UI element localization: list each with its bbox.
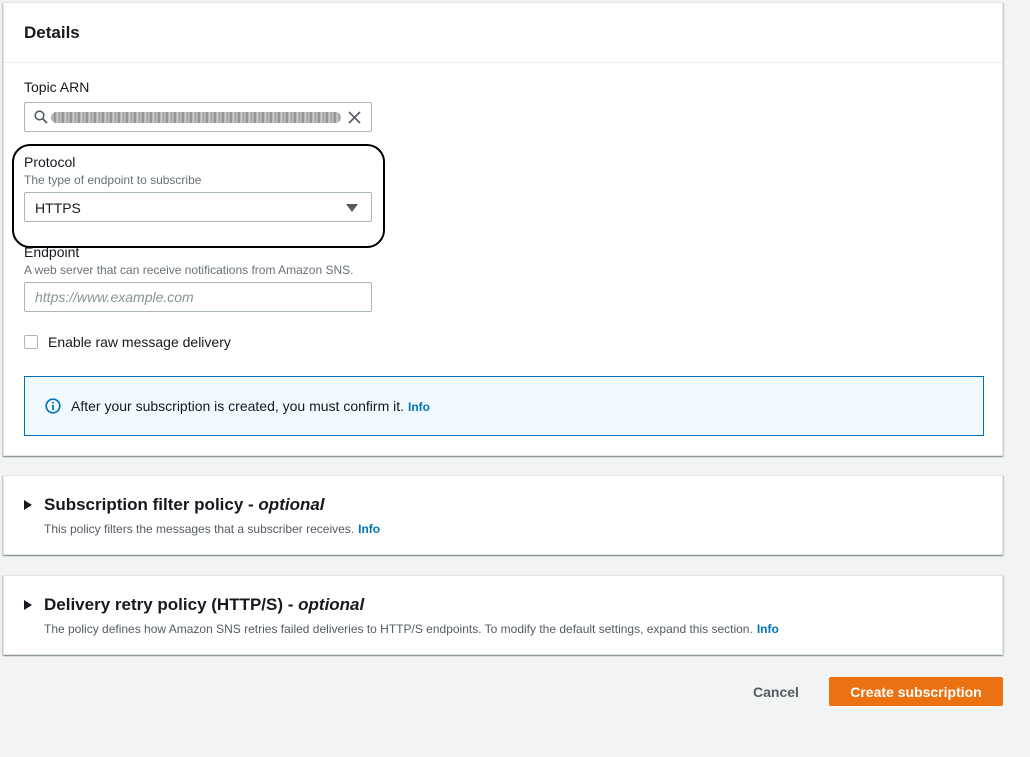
protocol-selected-value: HTTPS bbox=[35, 200, 81, 216]
retry-policy-panel[interactable]: Delivery retry policy (HTTP/S) - optiona… bbox=[3, 575, 1003, 655]
filter-policy-title-text: Subscription filter policy - bbox=[44, 495, 259, 514]
retry-policy-title[interactable]: Delivery retry policy (HTTP/S) - optiona… bbox=[44, 595, 364, 615]
retry-policy-optional: optional bbox=[298, 595, 365, 614]
protocol-description: The type of endpoint to subscribe bbox=[24, 173, 202, 187]
alert-text: After your subscription is created, you … bbox=[71, 398, 405, 414]
filter-policy-optional: optional bbox=[258, 495, 325, 514]
caret-right-icon[interactable] bbox=[24, 500, 32, 510]
raw-delivery-checkbox[interactable] bbox=[24, 335, 38, 349]
filter-policy-description-text: This policy filters the messages that a … bbox=[44, 522, 355, 536]
protocol-select[interactable]: HTTPS bbox=[24, 192, 372, 222]
filter-policy-panel[interactable]: Subscription filter policy - optional Th… bbox=[3, 475, 1003, 555]
details-panel: Details Topic ARN Protocol The type of e… bbox=[3, 2, 1003, 456]
filter-policy-description: This policy filters the messages that a … bbox=[44, 522, 380, 536]
caret-right-icon[interactable] bbox=[24, 600, 32, 610]
details-title: Details bbox=[24, 23, 80, 42]
raw-delivery-label[interactable]: Enable raw message delivery bbox=[48, 334, 231, 350]
retry-policy-title-text: Delivery retry policy (HTTP/S) - bbox=[44, 595, 299, 614]
alert-info-link[interactable]: Info bbox=[408, 400, 430, 414]
info-circle-icon bbox=[45, 398, 61, 414]
endpoint-description: A web server that can receive notificati… bbox=[24, 263, 354, 277]
retry-policy-info-link[interactable]: Info bbox=[757, 622, 779, 636]
protocol-label: Protocol bbox=[24, 154, 76, 170]
retry-policy-description: The policy defines how Amazon SNS retrie… bbox=[44, 622, 779, 636]
retry-policy-description-text: The policy defines how Amazon SNS retrie… bbox=[44, 622, 753, 636]
endpoint-label: Endpoint bbox=[24, 244, 80, 260]
endpoint-input[interactable] bbox=[24, 282, 372, 312]
filter-policy-title[interactable]: Subscription filter policy - optional bbox=[44, 495, 325, 515]
create-subscription-button[interactable]: Create subscription bbox=[829, 677, 1003, 706]
topic-arn-search-field[interactable] bbox=[24, 102, 372, 132]
topic-arn-label: Topic ARN bbox=[24, 79, 90, 95]
search-icon bbox=[34, 110, 48, 124]
cancel-button[interactable]: Cancel bbox=[740, 679, 812, 705]
redacted-topic-arn bbox=[51, 112, 341, 123]
filter-policy-info-link[interactable]: Info bbox=[358, 522, 380, 536]
details-header: Details bbox=[4, 3, 1002, 63]
info-alert: After your subscription is created, you … bbox=[24, 376, 984, 436]
caret-down-icon bbox=[346, 204, 358, 212]
alert-message: After your subscription is created, you … bbox=[71, 398, 430, 414]
close-icon[interactable] bbox=[348, 111, 361, 124]
